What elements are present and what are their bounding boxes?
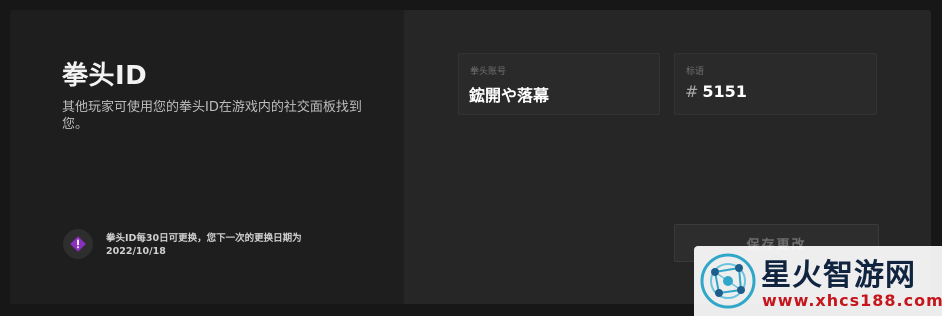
riot-name-label: 拳头账号 [470, 67, 507, 77]
watermark-site-url: www.xhcs188.com [762, 291, 942, 310]
site-watermark: 星火智游网 www.xhcs188.com [694, 246, 942, 316]
riot-name-value[interactable]: 鋐開や落幕 [469, 82, 549, 106]
notice-text: 拳头ID每30日可更换，您下一次的更换日期为2022/10/18 [106, 233, 302, 257]
app-window: 拳头ID 其他玩家可使用您的拳头ID在游戏内的社交面板找到您。 拳头ID每30日… [0, 0, 942, 316]
page-description: 其他玩家可使用您的拳头ID在游戏内的社交面板找到您。 [62, 100, 362, 132]
tagline-label: 标语 [686, 67, 705, 77]
page-title: 拳头ID [62, 61, 148, 91]
change-notice: 拳头ID每30日可更换，您下一次的更换日期为2022/10/18 [63, 229, 363, 269]
tagline-value[interactable]: 5151 [702, 82, 747, 101]
tagline-field[interactable]: 标语 #5151 [674, 53, 877, 115]
warning-diamond-icon [63, 229, 93, 259]
hash-prefix: # [685, 82, 699, 101]
riot-name-field[interactable]: 拳头账号 鋐開や落幕 [458, 53, 660, 115]
network-globe-icon [697, 250, 759, 312]
tagline-value-wrap[interactable]: #5151 [685, 82, 747, 101]
info-pane: 拳头ID 其他玩家可使用您的拳头ID在游戏内的社交面板找到您。 拳头ID每30日… [10, 10, 404, 304]
watermark-site-name: 星火智游网 [761, 258, 916, 293]
